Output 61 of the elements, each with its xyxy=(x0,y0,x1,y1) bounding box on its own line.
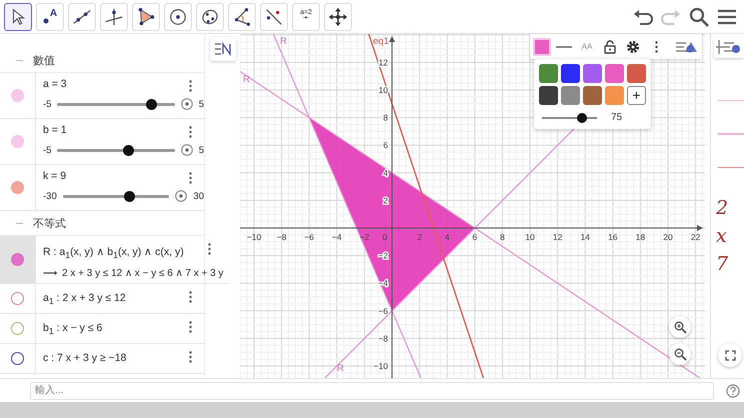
algebra-row[interactable]: R : a$_{1}$(x, y) ∧ b$_{1}$(x, y) ∧ c(x, y) ⟶ 2 x + 3 y ≤ 12 ∧ x − y ≤ 6 ∧ 7 x + 3 y xyxy=(0,236,230,284)
tick-label: 4 xyxy=(383,168,388,178)
value-text: 2 x + 3 y ≤ 12 ∧ x − y ≤ 6 ∧ 7 x + 3 y xyxy=(62,267,224,280)
tick-label: 18 xyxy=(636,232,646,242)
definition-text: a$_{1}$ : 2 x + 3 y ≤ 12 xyxy=(43,292,126,306)
algebra-row[interactable]: a$_{1}$ : 2 x + 3 y ≤ 12 xyxy=(0,284,204,314)
slider-label: a = 3 xyxy=(43,78,67,90)
slider-min: -30 xyxy=(43,190,57,202)
curve-label: eq1 xyxy=(373,36,389,47)
algebra-row[interactable]: c : 7 x + 3 y ≥ −18 xyxy=(0,344,204,374)
tick-label: 2 xyxy=(383,195,388,206)
tick-label: 2 xyxy=(417,232,422,242)
tick-label: 6 xyxy=(472,232,478,242)
point-tool-button[interactable]: A xyxy=(36,2,64,30)
slider-max: 5 xyxy=(198,144,204,156)
input-field[interactable]: 輸入... xyxy=(30,382,714,400)
algebra-row[interactable]: b = 1 -5 5 xyxy=(0,119,204,165)
tick-label: −4 xyxy=(332,232,342,242)
tick-label: −2 xyxy=(378,250,388,261)
slider-label: k = 9 xyxy=(43,170,66,182)
curve-label: R xyxy=(243,74,250,85)
slider-min: -5 xyxy=(43,144,52,156)
slider-label: b = 1 xyxy=(43,124,67,136)
curve-label: R xyxy=(280,36,287,47)
tick-label: 20 xyxy=(663,232,673,242)
arrow-glyph: ⟶ xyxy=(43,267,57,280)
opacity-value: 75 xyxy=(611,112,622,123)
tick-label: −2 xyxy=(360,232,370,242)
group-title: 數值 xyxy=(33,54,55,68)
tick-label: −6 xyxy=(304,232,314,242)
tick-label: 8 xyxy=(500,232,505,242)
slider-min: -5 xyxy=(43,98,52,110)
tick-label: −8 xyxy=(276,232,286,242)
tick-label: 14 xyxy=(580,232,590,242)
formula-text: 7 xyxy=(716,252,730,277)
tick-label: −10 xyxy=(246,232,262,242)
definition-text: c : 7 x + 3 y ≥ −18 xyxy=(43,352,126,364)
tick-label: 0 xyxy=(382,232,388,242)
add-color-button[interactable]: + xyxy=(627,86,646,105)
tick-label: 6 xyxy=(383,140,388,150)
algebra-row[interactable]: a = 3 -5 5 xyxy=(0,73,204,119)
slider-max: 30 xyxy=(193,190,204,202)
tick-label: 22 xyxy=(690,232,700,242)
formula-text: 2 xyxy=(716,196,730,221)
tick-label: 8 xyxy=(383,112,388,123)
tick-label: −8 xyxy=(378,333,388,344)
tick-label: 16 xyxy=(608,232,618,242)
algebra-row[interactable]: b$_{1}$ : x − y ≤ 6 xyxy=(0,314,204,344)
tick-label: 12 xyxy=(552,232,562,242)
group-title: 不等式 xyxy=(33,216,66,230)
slider-max: 5 xyxy=(198,98,204,110)
tick-label: −6 xyxy=(378,306,388,316)
tick-label: 10 xyxy=(525,232,535,242)
definition-text: R : a$_{1}$(x, y) ∧ b$_{1}$(x, y) ∧ c(x, y) xyxy=(43,245,184,260)
tick-label: 4 xyxy=(444,232,450,242)
definition-text: b$_{1}$ : x − y ≤ 6 xyxy=(43,322,102,336)
tick-label: −10 xyxy=(374,361,388,371)
tick-label: 12 xyxy=(378,57,388,68)
curve-label: R xyxy=(337,363,344,374)
algebra-row[interactable]: k = 9 -30 30 xyxy=(0,165,204,211)
formula-text: x xyxy=(716,224,728,249)
